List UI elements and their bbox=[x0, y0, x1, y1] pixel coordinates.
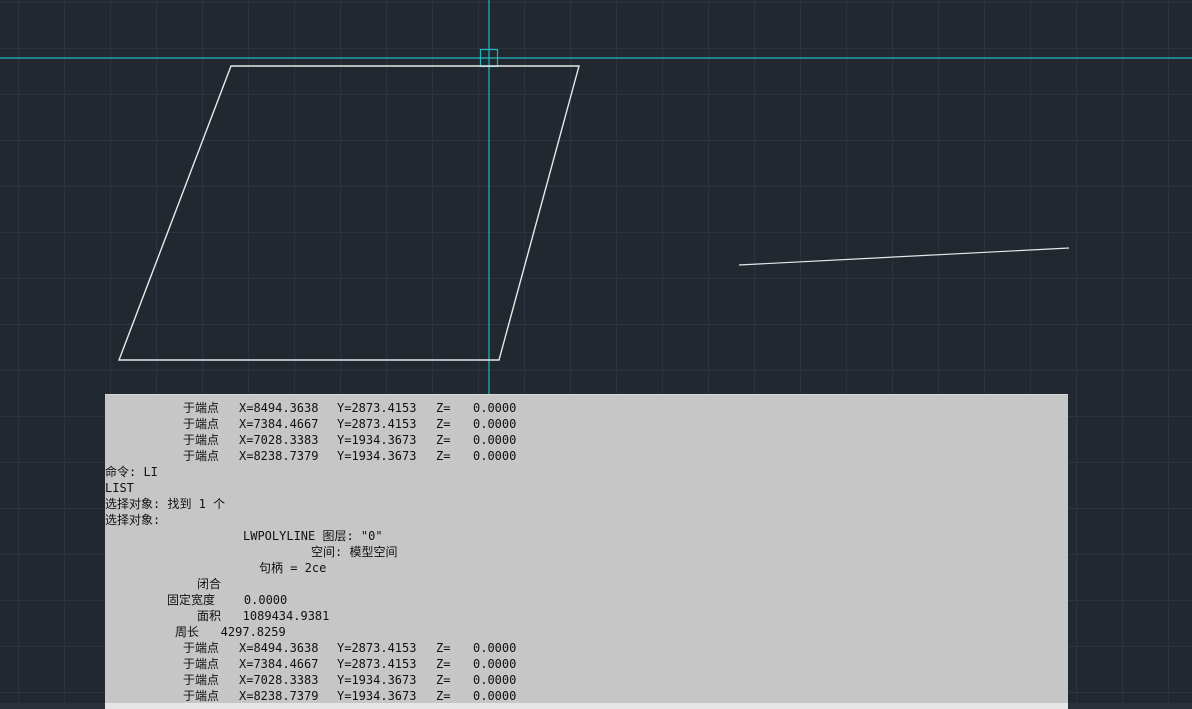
vertex-label: 于端点 bbox=[183, 449, 220, 463]
vertex-x: X=7384.4667 bbox=[239, 657, 319, 671]
perimeter-line: 周长 4297.8259 bbox=[175, 625, 286, 639]
vertex-y: Y=2873.4153 bbox=[337, 417, 417, 431]
vertex-z: 0.0000 bbox=[473, 689, 517, 703]
vertex-label: 于端点 bbox=[183, 417, 220, 431]
vertex-z-label: Z= bbox=[436, 641, 451, 655]
vertex-label: 于端点 bbox=[183, 689, 220, 703]
vertex-x: X=8238.7379 bbox=[239, 689, 319, 703]
vertex-y: Y=1934.3673 bbox=[337, 673, 417, 687]
vertex-y: Y=2873.4153 bbox=[337, 657, 417, 671]
vertex-z: 0.0000 bbox=[473, 401, 517, 415]
vertex-x: X=8494.3638 bbox=[239, 641, 319, 655]
list-command: LIST bbox=[105, 481, 134, 495]
vertex-row: 于端点 X=7028.3383 Y=1934.3673 Z= 0.0000 bbox=[105, 432, 1068, 448]
vertex-z-label: Z= bbox=[436, 449, 451, 463]
command-history-window[interactable]: 于端点 X=8494.3638 Y=2873.4153 Z= 0.0000 于端… bbox=[105, 394, 1068, 709]
area-line: 面积 1089434.9381 bbox=[197, 609, 330, 623]
vertex-label: 于端点 bbox=[183, 673, 220, 687]
vertex-row: 于端点 X=7028.3383 Y=1934.3673 Z= 0.0000 bbox=[105, 672, 1068, 688]
entity-type-line: LWPOLYLINE 图层: "0" bbox=[243, 529, 383, 543]
select-found-line: 选择对象: 找到 1 个 bbox=[105, 497, 226, 511]
vertex-row: 于端点 X=8494.3638 Y=2873.4153 Z= 0.0000 bbox=[105, 400, 1068, 416]
vertex-z: 0.0000 bbox=[473, 417, 517, 431]
select-prompt-line: 选择对象: bbox=[105, 513, 161, 527]
command-input-bar[interactable] bbox=[105, 703, 1068, 709]
vertex-z-label: Z= bbox=[436, 433, 451, 447]
vertex-z-label: Z= bbox=[436, 417, 451, 431]
vertex-y: Y=2873.4153 bbox=[337, 641, 417, 655]
vertex-x: X=8238.7379 bbox=[239, 449, 319, 463]
vertex-z: 0.0000 bbox=[473, 673, 517, 687]
vertex-z: 0.0000 bbox=[473, 657, 517, 671]
vertex-label: 于端点 bbox=[183, 657, 220, 671]
vertex-z: 0.0000 bbox=[473, 433, 517, 447]
handle-line: 句柄 = 2ce bbox=[259, 561, 327, 575]
cad-application: 于端点 X=8494.3638 Y=2873.4153 Z= 0.0000 于端… bbox=[0, 0, 1192, 709]
vertex-row: 于端点 X=7384.4667 Y=2873.4153 Z= 0.0000 bbox=[105, 416, 1068, 432]
vertex-z: 0.0000 bbox=[473, 641, 517, 655]
vertex-y: Y=1934.3673 bbox=[337, 433, 417, 447]
vertex-z-label: Z= bbox=[436, 673, 451, 687]
vertex-z-label: Z= bbox=[436, 401, 451, 415]
vertex-label: 于端点 bbox=[183, 433, 220, 447]
closed-line: 闭合 bbox=[197, 577, 222, 591]
vertex-row: 于端点 X=8238.7379 Y=1934.3673 Z= 0.0000 bbox=[105, 688, 1068, 704]
vertex-x: X=8494.3638 bbox=[239, 401, 319, 415]
lwpolyline-parallelogram[interactable] bbox=[117, 65, 580, 361]
vertex-label: 于端点 bbox=[183, 401, 220, 415]
vertex-y: Y=2873.4153 bbox=[337, 401, 417, 415]
vertex-row: 于端点 X=8238.7379 Y=1934.3673 Z= 0.0000 bbox=[105, 448, 1068, 464]
command-line: 命令: LI bbox=[105, 465, 158, 479]
constant-width-line: 固定宽度 0.0000 bbox=[167, 593, 288, 607]
line-segment[interactable] bbox=[738, 247, 1070, 266]
vertex-x: X=7028.3383 bbox=[239, 433, 319, 447]
vertex-x: X=7028.3383 bbox=[239, 673, 319, 687]
vertex-x: X=7384.4667 bbox=[239, 417, 319, 431]
drawing-canvas[interactable] bbox=[0, 0, 1192, 394]
vertex-z-label: Z= bbox=[436, 689, 451, 703]
vertex-row: 于端点 X=7384.4667 Y=2873.4153 Z= 0.0000 bbox=[105, 656, 1068, 672]
vertex-z: 0.0000 bbox=[473, 449, 517, 463]
vertex-label: 于端点 bbox=[183, 641, 220, 655]
vertex-y: Y=1934.3673 bbox=[337, 449, 417, 463]
vertex-y: Y=1934.3673 bbox=[337, 689, 417, 703]
vertex-z-label: Z= bbox=[436, 657, 451, 671]
vertex-row: 于端点 X=8494.3638 Y=2873.4153 Z= 0.0000 bbox=[105, 640, 1068, 656]
space-line: 空间: 模型空间 bbox=[311, 545, 398, 559]
